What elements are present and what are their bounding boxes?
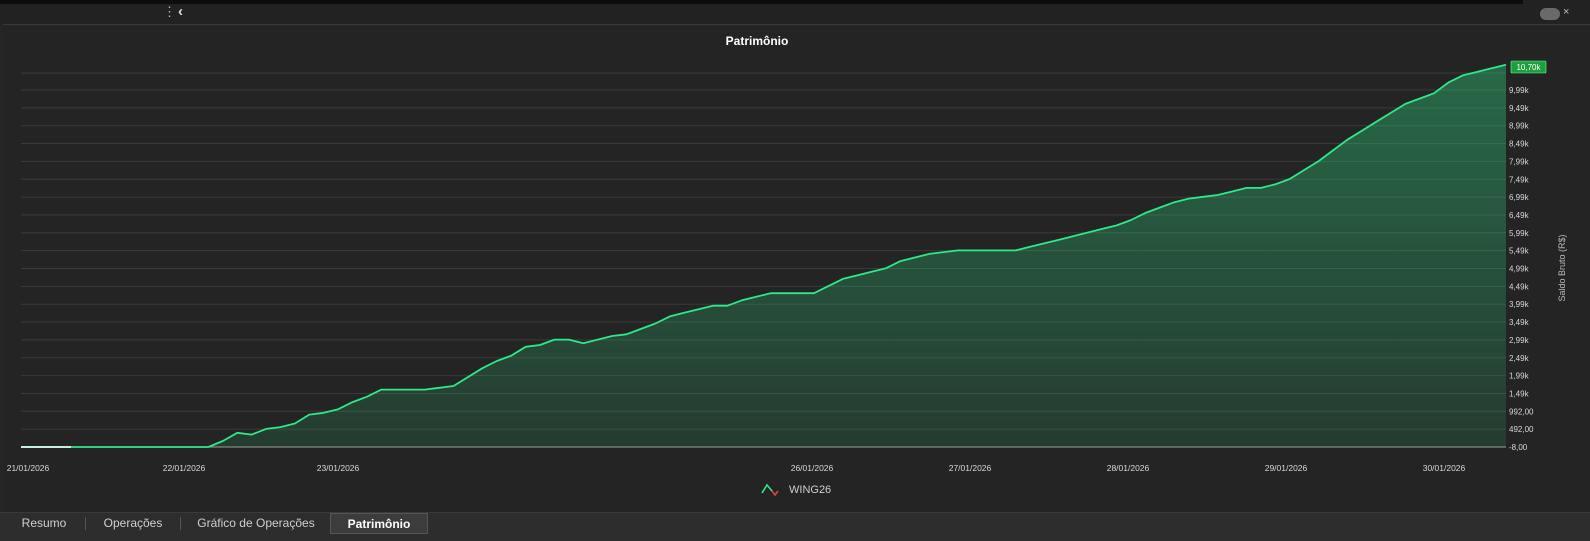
y-tick-label: 4,49k bbox=[1509, 282, 1530, 291]
y-tick-label: 8,49k bbox=[1509, 140, 1530, 149]
y-tick-label: 5,49k bbox=[1509, 247, 1530, 256]
chart-title: Patrimônio bbox=[726, 34, 789, 48]
area-group bbox=[21, 63, 1507, 448]
legend[interactable]: WING26 bbox=[761, 483, 831, 497]
last-value-label: 10,70k bbox=[1516, 63, 1541, 72]
tab-patrimonio[interactable]: Patrimônio bbox=[330, 513, 428, 534]
x-tick-label: 30/01/2026 bbox=[1423, 463, 1466, 473]
legend-line-icon bbox=[761, 483, 773, 494]
x-tick-label: 28/01/2026 bbox=[1107, 463, 1150, 473]
toggle-icon[interactable] bbox=[1540, 8, 1560, 20]
last-value-badge: 10,70k bbox=[1510, 60, 1547, 74]
y-tick-label: 7,49k bbox=[1509, 175, 1530, 184]
y-tick-label: 6,49k bbox=[1509, 211, 1530, 220]
tab-resumo[interactable]: Resumo bbox=[8, 513, 80, 534]
chevron-left-icon[interactable]: ‹ bbox=[178, 3, 183, 20]
y-tick-label: 9,99k bbox=[1509, 86, 1530, 95]
y-tick-label: 3,49k bbox=[1509, 318, 1530, 327]
y-tick-label: 2,49k bbox=[1509, 354, 1530, 363]
x-tick-label: 22/01/2026 bbox=[163, 463, 206, 473]
y-axis: -8,00 492,00 992,00 1,49k 1,99k 2,49k 2,99k 3,4… bbox=[1509, 86, 1534, 452]
legend-line-down-icon bbox=[771, 490, 779, 497]
y-tick-label: 1,99k bbox=[1509, 372, 1530, 381]
x-tick-label: 29/01/2026 bbox=[1265, 463, 1308, 473]
x-tick-label: 21/01/2026 bbox=[7, 463, 50, 473]
vertical-dots-icon[interactable]: ⋮ bbox=[163, 4, 176, 20]
bottom-tab-bar: Resumo Operações Gráfico de Operações Pa… bbox=[0, 512, 1590, 541]
series-area bbox=[21, 64, 1506, 447]
y-tick-label: -8,00 bbox=[1509, 443, 1528, 452]
tab-separator bbox=[85, 517, 86, 530]
y-tick-label: 3,99k bbox=[1509, 300, 1530, 309]
y-tick-label: 8,99k bbox=[1509, 122, 1530, 131]
y-tick-label: 6,99k bbox=[1509, 193, 1530, 202]
y-tick-label: 492,00 bbox=[1509, 425, 1534, 434]
y-tick-label: 4,99k bbox=[1509, 265, 1530, 274]
y-axis-label: Saldo Bruto (R$) bbox=[1557, 234, 1567, 301]
x-tick-label: 27/01/2026 bbox=[949, 463, 992, 473]
y-tick-label: 2,99k bbox=[1509, 336, 1530, 345]
close-icon[interactable]: × bbox=[1563, 5, 1569, 19]
tab-separator bbox=[180, 517, 181, 530]
top-strip bbox=[0, 0, 1523, 4]
y-tick-label: 5,99k bbox=[1509, 229, 1530, 238]
chart-panel: Patrimônio -8,00 492,00 992,00 1,49k 1,99k 2,… bbox=[3, 24, 1590, 513]
legend-label: WING26 bbox=[789, 484, 831, 496]
x-tick-label: 26/01/2026 bbox=[791, 463, 834, 473]
tab-grafico-de-operacoes[interactable]: Gráfico de Operações bbox=[186, 513, 326, 534]
y-tick-label: 992,00 bbox=[1509, 407, 1534, 416]
x-axis: 21/01/2026 22/01/2026 23/01/2026 26/01/2026… bbox=[7, 463, 1466, 473]
top-toolbar: ⋮ ‹ × bbox=[0, 0, 1590, 24]
x-tick-label: 23/01/2026 bbox=[317, 463, 360, 473]
y-tick-label: 9,49k bbox=[1509, 104, 1530, 113]
y-tick-label: 7,99k bbox=[1509, 157, 1530, 166]
equity-chart: Patrimônio -8,00 492,00 992,00 1,49k 1,99k 2,… bbox=[7, 34, 1567, 497]
tab-operacoes[interactable]: Operações bbox=[90, 513, 176, 534]
y-tick-label: 1,49k bbox=[1509, 389, 1530, 398]
